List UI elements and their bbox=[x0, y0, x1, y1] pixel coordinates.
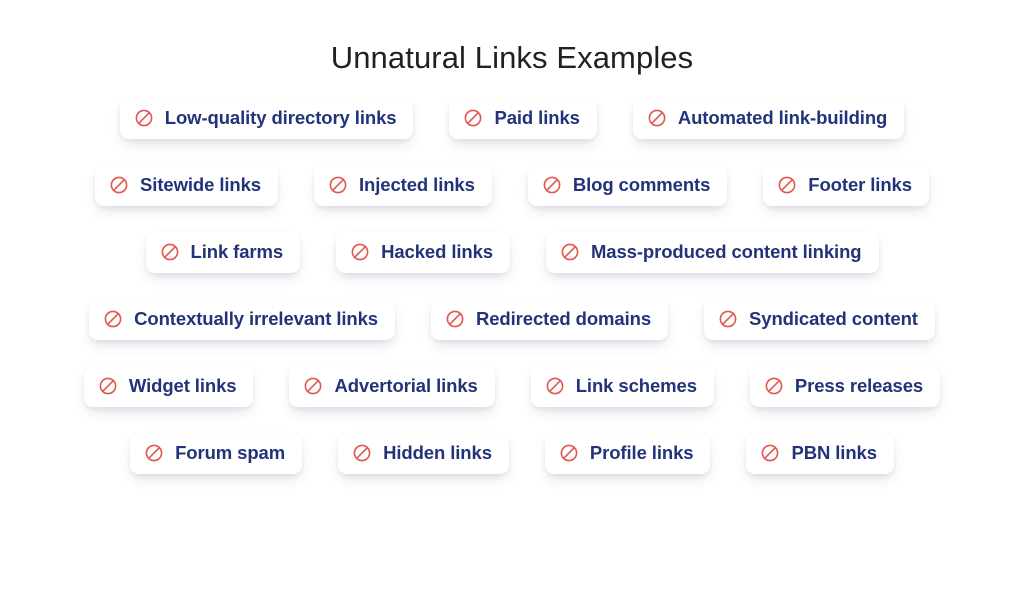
tag-label: Hidden links bbox=[383, 442, 492, 463]
prohibition-icon bbox=[352, 443, 372, 463]
tag-row: Contextually irrelevant links Redirected … bbox=[34, 299, 990, 340]
tag-label: Injected links bbox=[359, 174, 475, 195]
tag-item[interactable]: Paid links bbox=[449, 98, 597, 139]
prohibition-icon bbox=[760, 443, 780, 463]
prohibition-icon bbox=[98, 376, 118, 396]
prohibition-icon bbox=[303, 376, 323, 396]
tag-item[interactable]: Link farms bbox=[145, 232, 301, 273]
tag-row: Link farms Hacked links Mass-produced cont… bbox=[34, 232, 990, 273]
tag-item[interactable]: Hacked links bbox=[336, 232, 510, 273]
tag-label: Profile links bbox=[589, 442, 694, 463]
prohibition-icon bbox=[542, 175, 562, 195]
tag-label: Low-quality directory links bbox=[164, 107, 397, 128]
tag-label: Link schemes bbox=[575, 375, 697, 396]
tag-item[interactable]: Automated link-building bbox=[632, 98, 905, 139]
tag-row: Low-quality directory links Paid links Aut… bbox=[34, 98, 990, 139]
tag-item[interactable]: Mass-produced content linking bbox=[545, 232, 879, 273]
tag-item[interactable]: Footer links bbox=[763, 165, 929, 206]
tag-label: Redirected domains bbox=[475, 308, 652, 329]
prohibition-icon bbox=[445, 309, 465, 329]
tag-label: Advertorial links bbox=[334, 375, 478, 396]
tag-item[interactable]: Advertorial links bbox=[289, 366, 495, 407]
tag-row: Forum spam Hidden links Profile links PBN l… bbox=[34, 433, 990, 474]
prohibition-icon bbox=[350, 242, 370, 262]
page-title: Unnatural Links Examples bbox=[330, 40, 694, 75]
tag-item[interactable]: Injected links bbox=[314, 165, 492, 206]
tag-label: PBN links bbox=[791, 442, 877, 463]
prohibition-icon bbox=[560, 242, 580, 262]
prohibition-icon bbox=[647, 108, 667, 128]
prohibition-icon bbox=[134, 108, 154, 128]
prohibition-icon bbox=[718, 309, 738, 329]
prohibition-icon bbox=[764, 376, 784, 396]
tag-item[interactable]: Redirected domains bbox=[430, 299, 669, 340]
tag-item[interactable]: Profile links bbox=[544, 433, 711, 474]
tag-label: Mass-produced content linking bbox=[590, 241, 862, 262]
tag-label: Forum spam bbox=[175, 442, 286, 463]
tag-label: Automated link-building bbox=[677, 107, 888, 128]
prohibition-icon bbox=[777, 175, 797, 195]
tag-label: Widget links bbox=[128, 375, 237, 396]
tag-item[interactable]: Blog comments bbox=[527, 165, 728, 206]
infographic-page: Unnatural Links Examples Low-quality dir… bbox=[0, 0, 1024, 614]
prohibition-icon bbox=[103, 309, 123, 329]
prohibition-icon bbox=[109, 175, 129, 195]
tag-item[interactable]: Link schemes bbox=[530, 366, 714, 407]
tag-item[interactable]: Contextually irrelevant links bbox=[89, 299, 395, 340]
tag-item[interactable]: Low-quality directory links bbox=[119, 98, 414, 139]
tag-label: Sitewide links bbox=[140, 174, 261, 195]
tag-label: Link farms bbox=[190, 241, 284, 262]
tag-label: Blog comments bbox=[572, 174, 711, 195]
tag-label: Hacked links bbox=[381, 241, 493, 262]
tag-label: Paid links bbox=[494, 107, 580, 128]
prohibition-icon bbox=[144, 443, 164, 463]
prohibition-icon bbox=[559, 443, 579, 463]
tag-item[interactable]: PBN links bbox=[746, 433, 894, 474]
tag-label: Contextually irrelevant links bbox=[134, 308, 378, 329]
tag-row: Sitewide links Injected links Blog comment… bbox=[34, 165, 990, 206]
tag-grid: Low-quality directory links Paid links Aut… bbox=[0, 98, 1024, 474]
prohibition-icon bbox=[328, 175, 348, 195]
tag-item[interactable]: Syndicated content bbox=[704, 299, 935, 340]
tag-label: Footer links bbox=[808, 174, 912, 195]
tag-label: Press releases bbox=[794, 375, 924, 396]
tag-item[interactable]: Hidden links bbox=[338, 433, 509, 474]
tag-row: Widget links Advertorial links Link scheme… bbox=[34, 366, 990, 407]
tag-item[interactable]: Widget links bbox=[83, 366, 254, 407]
prohibition-icon bbox=[463, 108, 483, 128]
tag-label: Syndicated content bbox=[749, 308, 918, 329]
tag-item[interactable]: Sitewide links bbox=[95, 165, 278, 206]
tag-item[interactable]: Press releases bbox=[749, 366, 941, 407]
prohibition-icon bbox=[160, 242, 180, 262]
prohibition-icon bbox=[545, 376, 565, 396]
tag-item[interactable]: Forum spam bbox=[130, 433, 303, 474]
